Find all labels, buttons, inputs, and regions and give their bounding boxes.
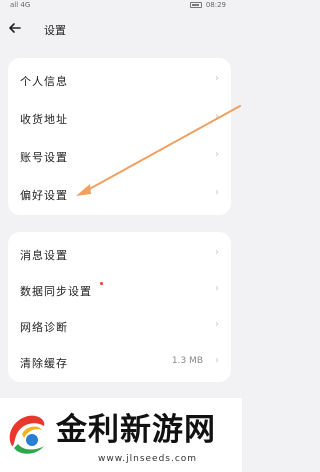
watermark-url: www.jlnseeds.com	[98, 454, 198, 464]
row-label: 账号设置	[20, 151, 68, 164]
chevron-right-icon: ›	[215, 73, 219, 84]
row-label: 清除缓存	[20, 357, 68, 370]
header: 设置	[0, 16, 242, 42]
cache-size: 1.3 MB	[171, 356, 203, 366]
row-clear-cache[interactable]: 清除缓存 1.3 MB ›	[8, 344, 231, 380]
chevron-right-icon: ›	[215, 283, 219, 294]
chevron-right-icon: ›	[215, 149, 219, 160]
row-network-diagnosis[interactable]: 网络诊断 ›	[8, 308, 231, 344]
status-bar: all 4G 08:29	[0, 0, 242, 12]
row-data-sync-settings[interactable]: 数据同步设置 ›	[8, 272, 231, 308]
notification-dot	[100, 282, 103, 285]
chevron-right-icon: ›	[215, 187, 219, 198]
site-logo	[9, 415, 45, 454]
page-title: 设置	[44, 24, 66, 37]
settings-group-1: 个人信息 › 收货地址 › 账号设置 › 偏好设置 ›	[8, 58, 231, 215]
row-message-settings[interactable]: 消息设置 ›	[8, 236, 231, 272]
row-label: 网络诊断	[20, 321, 68, 334]
watermark-title: 金利新游网	[56, 412, 216, 448]
settings-group-2: 消息设置 › 数据同步设置 › 网络诊断 › 清除缓存 1.3 MB ›	[8, 232, 231, 382]
row-label: 个人信息	[20, 75, 68, 88]
row-preference-settings[interactable]: 偏好设置 ›	[8, 176, 231, 212]
chevron-right-icon: ›	[215, 355, 219, 366]
row-label: 消息设置	[20, 249, 68, 262]
chevron-right-icon: ›	[215, 319, 219, 330]
row-shipping-address[interactable]: 收货地址 ›	[8, 100, 231, 136]
chevron-right-icon: ›	[215, 247, 219, 258]
status-time: 08:29	[205, 1, 226, 9]
signal-text: all 4G	[10, 1, 31, 9]
row-label: 数据同步设置	[20, 285, 92, 298]
row-personal-info[interactable]: 个人信息 ›	[8, 62, 231, 98]
chevron-right-icon: ›	[215, 111, 219, 122]
back-arrow-icon[interactable]	[8, 21, 22, 35]
row-account-settings[interactable]: 账号设置 ›	[8, 138, 231, 174]
row-label: 偏好设置	[20, 189, 68, 202]
battery-icon	[189, 2, 202, 8]
row-label: 收货地址	[20, 113, 68, 126]
watermark-banner: 金利新游网 www.jlnseeds.com	[0, 398, 242, 472]
status-right: 08:29	[189, 1, 226, 9]
